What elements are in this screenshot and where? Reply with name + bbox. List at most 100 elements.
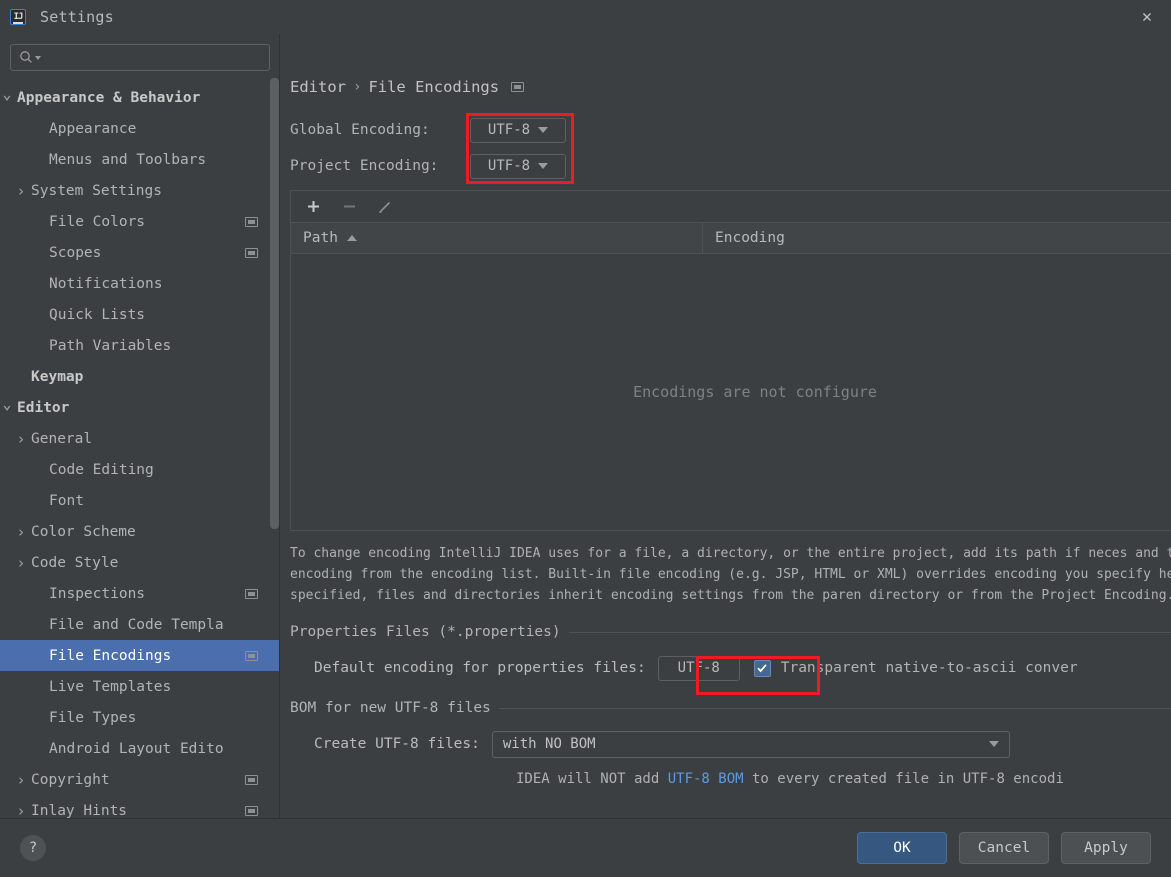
sidebar-item-menus-and-toolbars[interactable]: Menus and Toolbars	[0, 144, 280, 175]
settings-tree[interactable]: ⌄Appearance & BehaviorAppearanceMenus an…	[0, 82, 280, 818]
sidebar-item-font[interactable]: Font	[0, 485, 280, 516]
group-divider	[569, 632, 1171, 633]
sidebar-item-label: File Types	[49, 710, 258, 726]
sidebar-item-appearance-behavior[interactable]: ⌄Appearance & Behavior	[0, 82, 280, 113]
sidebar-item-color-scheme[interactable]: ›Color Scheme	[0, 516, 280, 547]
project-scope-icon	[245, 248, 258, 258]
help-icon[interactable]: ?	[20, 835, 46, 861]
sort-ascending-icon	[347, 235, 357, 241]
bom-group-label: BOM for new UTF-8 files	[290, 700, 491, 716]
sidebar-item-label: Quick Lists	[49, 307, 258, 323]
close-icon[interactable]: ✕	[1135, 5, 1159, 29]
chevron-down-icon[interactable]: ⌄	[0, 85, 14, 103]
project-encoding-value: UTF-8	[488, 158, 530, 174]
sidebar-item-file-and-code-templa[interactable]: File and Code Templa	[0, 609, 280, 640]
sidebar-item-label: Android Layout Edito	[49, 741, 258, 757]
project-encoding-dropdown[interactable]: UTF-8	[470, 154, 566, 179]
sidebar-item-copyright[interactable]: ›Copyright	[0, 764, 280, 795]
chevron-down-icon	[989, 741, 999, 747]
sidebar-item-scopes[interactable]: Scopes	[0, 237, 280, 268]
sidebar-item-code-editing[interactable]: Code Editing	[0, 454, 280, 485]
chevron-right-icon[interactable]: ›	[14, 182, 28, 200]
bom-hint-after: to every created file in UTF-8 encodi	[744, 771, 1064, 787]
chevron-down-icon[interactable]: ⌄	[0, 395, 14, 413]
sidebar-item-file-colors[interactable]: File Colors	[0, 206, 280, 237]
dialog-body: ⌄Appearance & BehaviorAppearanceMenus an…	[0, 34, 1171, 818]
sidebar-item-system-settings[interactable]: ›System Settings	[0, 175, 280, 206]
sidebar-item-inlay-hints[interactable]: ›Inlay Hints	[0, 795, 280, 818]
project-scope-icon	[245, 217, 258, 227]
column-header-path[interactable]: Path	[291, 223, 703, 253]
sidebar-item-label: System Settings	[31, 183, 258, 199]
cancel-button[interactable]: Cancel	[959, 832, 1049, 864]
sidebar-item-editor[interactable]: ⌄Editor	[0, 392, 280, 423]
bom-group-title: BOM for new UTF-8 files	[290, 700, 1171, 716]
project-encoding-label: Project Encoding:	[290, 158, 470, 174]
properties-files-group-label: Properties Files (*.properties)	[290, 624, 561, 640]
chevron-right-icon[interactable]: ›	[14, 771, 28, 789]
sidebar-item-label: Inspections	[49, 586, 237, 602]
sidebar-item-file-encodings[interactable]: File Encodings	[0, 640, 280, 671]
sidebar-item-label: Path Variables	[49, 338, 258, 354]
chevron-right-icon[interactable]: ›	[14, 430, 28, 448]
project-scope-icon	[245, 651, 258, 661]
sidebar-scrollbar[interactable]	[270, 78, 279, 529]
sidebar-item-live-templates[interactable]: Live Templates	[0, 671, 280, 702]
ok-button[interactable]: OK	[857, 832, 947, 864]
sidebar-item-path-variables[interactable]: Path Variables	[0, 330, 280, 361]
settings-sidebar: ⌄Appearance & BehaviorAppearanceMenus an…	[0, 34, 280, 818]
create-utf8-files-value: with NO BOM	[503, 736, 596, 752]
sidebar-item-general[interactable]: ›General	[0, 423, 280, 454]
create-utf8-files-dropdown[interactable]: with NO BOM	[492, 731, 1010, 758]
transparent-native-to-ascii-checkbox[interactable]	[754, 660, 771, 677]
table-header-row: Path Encoding	[291, 223, 1171, 254]
sidebar-item-notifications[interactable]: Notifications	[0, 268, 280, 299]
default-properties-encoding-value: UTF-8	[678, 660, 720, 676]
main-content: Editor › File Encodings Global Encoding:…	[280, 34, 1171, 787]
project-encoding-row: Project Encoding: UTF-8	[290, 148, 1171, 184]
chevron-right-icon[interactable]: ›	[14, 523, 28, 541]
checkmark-icon	[756, 662, 768, 674]
search-input[interactable]	[10, 44, 270, 71]
sidebar-item-label: Appearance & Behavior	[17, 90, 258, 106]
sidebar-item-label: Menus and Toolbars	[49, 152, 258, 168]
column-header-encoding[interactable]: Encoding	[703, 223, 1171, 253]
chevron-right-icon[interactable]: ›	[14, 802, 28, 819]
pencil-icon	[375, 197, 395, 217]
chevron-down-icon	[538, 163, 548, 169]
sidebar-item-label: Keymap	[31, 369, 258, 385]
sidebar-item-label: Inlay Hints	[31, 803, 237, 819]
table-empty-message: Encodings are not configure	[633, 383, 877, 401]
sidebar-item-android-layout-edito[interactable]: Android Layout Edito	[0, 733, 280, 764]
project-scope-icon	[245, 775, 258, 785]
bom-hint-before: IDEA will NOT add	[516, 771, 668, 787]
search-area	[0, 34, 280, 79]
default-properties-encoding-field[interactable]: UTF-8	[658, 656, 740, 681]
create-utf8-files-label: Create UTF-8 files:	[314, 736, 480, 752]
sidebar-item-file-types[interactable]: File Types	[0, 702, 280, 733]
breadcrumb-parent[interactable]: Editor	[290, 78, 346, 96]
sidebar-item-keymap[interactable]: Keymap	[0, 361, 280, 392]
chevron-down-icon	[538, 127, 548, 133]
plus-icon[interactable]	[303, 197, 323, 217]
sidebar-item-quick-lists[interactable]: Quick Lists	[0, 299, 280, 330]
sidebar-item-appearance[interactable]: Appearance	[0, 113, 280, 144]
global-encoding-row: Global Encoding: UTF-8	[290, 112, 1171, 148]
properties-files-group: Properties Files (*.properties) Default …	[290, 624, 1171, 682]
apply-button[interactable]: Apply	[1061, 832, 1151, 864]
group-divider	[499, 708, 1171, 709]
transparent-native-to-ascii-label: Transparent native-to-ascii conver	[781, 660, 1078, 676]
sidebar-item-label: Scopes	[49, 245, 237, 261]
project-scope-icon	[511, 82, 524, 92]
encodings-table: Path Encoding Encodings are not configur…	[290, 190, 1171, 531]
search-dropdown-icon[interactable]	[35, 56, 41, 60]
chevron-right-icon[interactable]: ›	[14, 554, 28, 572]
settings-dialog: IJ Settings ✕ ⌄Appearance & BehaviorAppe…	[0, 0, 1171, 877]
title-bar: IJ Settings ✕	[0, 0, 1171, 34]
global-encoding-dropdown[interactable]: UTF-8	[470, 118, 566, 143]
global-encoding-value: UTF-8	[488, 122, 530, 138]
sidebar-item-label: Live Templates	[49, 679, 258, 695]
sidebar-item-code-style[interactable]: ›Code Style	[0, 547, 280, 578]
sidebar-item-label: Editor	[17, 400, 258, 416]
sidebar-item-inspections[interactable]: Inspections	[0, 578, 280, 609]
